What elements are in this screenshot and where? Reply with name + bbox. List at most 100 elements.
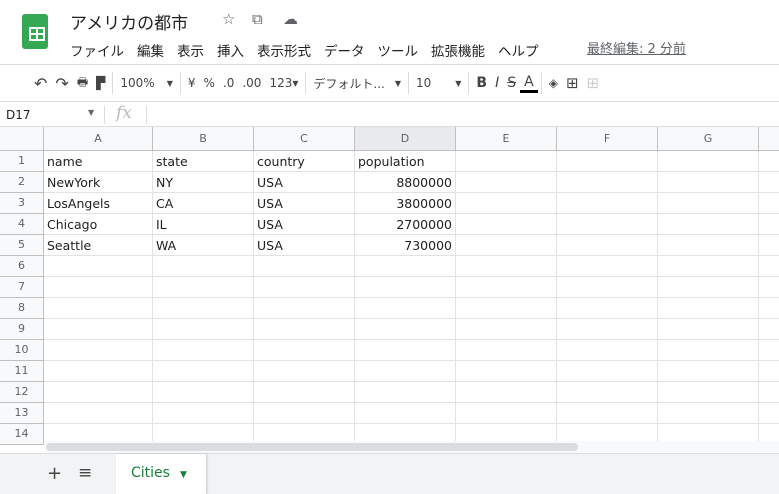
column-header[interactable]: F: [557, 127, 658, 151]
row-header[interactable]: 9: [0, 319, 44, 340]
grid-cell[interactable]: [759, 151, 779, 172]
row-header[interactable]: 4: [0, 214, 44, 235]
sheet-tab-menu-icon[interactable]: ▼: [180, 470, 187, 480]
grid-cell[interactable]: [44, 340, 153, 361]
grid-cell[interactable]: [658, 151, 759, 172]
grid-cell[interactable]: [153, 298, 254, 319]
redo-icon[interactable]: ↷: [51, 74, 72, 93]
grid-cell[interactable]: [355, 403, 456, 424]
print-icon[interactable]: 🖶: [73, 73, 92, 94]
menu-item[interactable]: 編集: [137, 40, 164, 60]
grid-cell[interactable]: [355, 298, 456, 319]
grid-cell[interactable]: [759, 256, 779, 277]
menu-item[interactable]: ファイル: [70, 40, 124, 60]
grid-cell[interactable]: [254, 382, 355, 403]
column-header[interactable]: G: [658, 127, 759, 151]
grid-cell[interactable]: [456, 193, 557, 214]
star-icon[interactable]: ☆: [222, 10, 235, 28]
grid-cell[interactable]: [658, 256, 759, 277]
document-title[interactable]: アメリカの都市: [70, 9, 188, 34]
strikethrough-button[interactable]: S: [503, 75, 520, 91]
grid-cell[interactable]: 3800000: [355, 193, 456, 214]
decrease-decimal-button[interactable]: .0: [219, 76, 238, 90]
zoom-select[interactable]: 100% ▼: [116, 76, 176, 90]
all-sheets-button[interactable]: ≡: [78, 463, 92, 483]
grid-cell[interactable]: [44, 382, 153, 403]
grid-cell[interactable]: [658, 214, 759, 235]
grid-cell[interactable]: [355, 256, 456, 277]
grid-cell[interactable]: [557, 403, 658, 424]
grid-cell[interactable]: [254, 340, 355, 361]
currency-button[interactable]: ¥: [184, 76, 200, 90]
grid-cell[interactable]: [153, 319, 254, 340]
grid-cell[interactable]: state: [153, 151, 254, 172]
sheet-tab-cities[interactable]: Cities ▼: [116, 454, 206, 494]
font-size-select[interactable]: 10 ▼: [412, 76, 465, 90]
percent-button[interactable]: %: [199, 76, 218, 90]
bold-button[interactable]: B: [472, 75, 491, 91]
row-header[interactable]: 10: [0, 340, 44, 361]
grid-cell[interactable]: 8800000: [355, 172, 456, 193]
grid-cell[interactable]: [759, 214, 779, 235]
grid-cell[interactable]: [456, 277, 557, 298]
grid-cell[interactable]: [759, 382, 779, 403]
grid-cell[interactable]: CA: [153, 193, 254, 214]
grid-cell[interactable]: [44, 319, 153, 340]
grid-cell[interactable]: USA: [254, 214, 355, 235]
text-color-button[interactable]: A: [520, 74, 538, 93]
undo-icon[interactable]: ↶: [30, 74, 51, 93]
grid-cell[interactable]: [456, 319, 557, 340]
grid-cell[interactable]: Chicago: [44, 214, 153, 235]
grid-cell[interactable]: [456, 298, 557, 319]
column-header[interactable]: [759, 127, 779, 151]
grid-cell[interactable]: NewYork: [44, 172, 153, 193]
grid-cell[interactable]: [355, 319, 456, 340]
grid-cell[interactable]: [355, 340, 456, 361]
grid-cell[interactable]: [153, 382, 254, 403]
grid-cell[interactable]: [658, 403, 759, 424]
grid-cell[interactable]: [456, 256, 557, 277]
grid-cell[interactable]: [254, 277, 355, 298]
grid-cell[interactable]: [456, 151, 557, 172]
merge-cells-icon[interactable]: ⊞: [583, 74, 604, 92]
grid-cell[interactable]: [355, 277, 456, 298]
grid-cell[interactable]: country: [254, 151, 355, 172]
grid-cell[interactable]: IL: [153, 214, 254, 235]
fill-color-icon[interactable]: ◈: [545, 76, 562, 90]
grid-cell[interactable]: [658, 298, 759, 319]
grid-cell[interactable]: [557, 277, 658, 298]
grid-cell[interactable]: [456, 214, 557, 235]
column-header[interactable]: E: [456, 127, 557, 151]
grid-cell[interactable]: [658, 277, 759, 298]
grid-cell[interactable]: [759, 193, 779, 214]
grid-cell[interactable]: [557, 256, 658, 277]
grid-cell[interactable]: [557, 298, 658, 319]
grid-cell[interactable]: [153, 256, 254, 277]
row-header[interactable]: 14: [0, 424, 44, 445]
grid-cell[interactable]: [557, 214, 658, 235]
row-header[interactable]: 8: [0, 298, 44, 319]
grid-cell[interactable]: [759, 277, 779, 298]
select-all-corner[interactable]: [0, 127, 44, 151]
grid-cell[interactable]: [759, 319, 779, 340]
grid-cell[interactable]: [557, 151, 658, 172]
grid-cell[interactable]: USA: [254, 193, 355, 214]
grid-cell[interactable]: USA: [254, 172, 355, 193]
column-header[interactable]: B: [153, 127, 254, 151]
row-header[interactable]: 13: [0, 403, 44, 424]
grid-cell[interactable]: [254, 298, 355, 319]
grid-cell[interactable]: [658, 361, 759, 382]
grid-cell[interactable]: [557, 382, 658, 403]
grid-cell[interactable]: [658, 319, 759, 340]
grid-cell[interactable]: [153, 340, 254, 361]
grid-cell[interactable]: [759, 403, 779, 424]
grid-cell[interactable]: [153, 277, 254, 298]
scrollbar-thumb[interactable]: [46, 443, 578, 451]
add-sheet-button[interactable]: +: [47, 463, 62, 484]
grid-cell[interactable]: [254, 361, 355, 382]
grid-cell[interactable]: [658, 382, 759, 403]
menu-item[interactable]: ヘルプ: [498, 40, 539, 60]
grid-cell[interactable]: [456, 172, 557, 193]
grid-cell[interactable]: [44, 298, 153, 319]
row-header[interactable]: 5: [0, 235, 44, 256]
